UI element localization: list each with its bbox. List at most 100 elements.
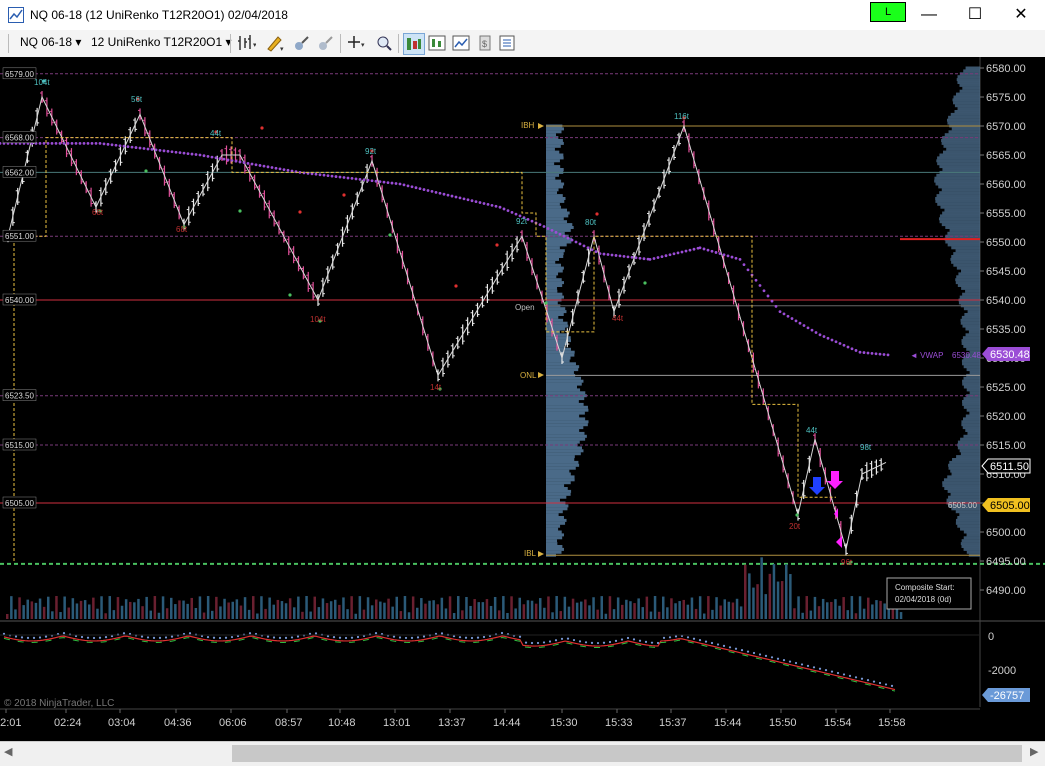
volume-bar — [399, 611, 403, 619]
price-axis[interactable]: 6580.00 6575.00 6570.00 6565.00 6560.00 6555.… — [980, 63, 1026, 597]
horizontal-scrollbar[interactable]: ◀ ▶ — [0, 741, 1045, 766]
vwap-dot — [806, 326, 810, 330]
vwap-dot — [426, 189, 430, 192]
price-axis-label: 6560.00 — [986, 179, 1026, 191]
vwap-dot — [90, 142, 94, 145]
volume-bar — [502, 596, 505, 619]
swing-dot — [288, 293, 292, 297]
vwap-dot — [714, 251, 718, 254]
delta-dot — [32, 636, 36, 640]
vwap-dot — [390, 181, 394, 185]
volume-bar — [539, 598, 542, 619]
horizontal-levels — [0, 73, 1045, 565]
volume-bar — [674, 603, 677, 619]
profile-bar — [546, 188, 559, 192]
scrollbar-thumb[interactable] — [232, 745, 1022, 762]
volume-bar — [559, 611, 562, 619]
delta-dot — [710, 641, 714, 645]
profile-bar — [546, 385, 578, 389]
volume-bar — [383, 602, 386, 619]
profile-bar — [546, 327, 566, 331]
chart-panel[interactable]: IBH IBL ONL Open 104t 56t 44t 92t 92t 80… — [0, 57, 1045, 736]
profile-bar — [546, 527, 559, 531]
time-axis[interactable]: 02:01 02:24 03:04 04:36 06:06 08:57 10:48 13:01… — [0, 709, 906, 729]
chart-style-icon[interactable]: ▾ — [236, 33, 256, 53]
vwap-dot — [550, 229, 554, 232]
delta-dot — [470, 636, 474, 640]
volume-bar — [797, 596, 800, 619]
minimize-button[interactable]: — — [906, 0, 952, 30]
profile-bar — [546, 144, 561, 148]
volume-bar — [444, 608, 448, 619]
vwap-dot — [170, 150, 174, 154]
delta-dot — [224, 636, 228, 639]
detach-indicator-icon[interactable] — [316, 33, 336, 53]
profile-bar — [546, 199, 565, 203]
strategies-icon[interactable]: $ — [475, 33, 495, 53]
zoom-icon[interactable] — [374, 33, 394, 53]
vwap-dot — [478, 201, 482, 204]
drawing-tool-pencil-icon[interactable]: ▾ — [264, 33, 284, 53]
vwap-dot — [870, 351, 874, 355]
volume-bar — [272, 604, 275, 619]
indicators-icon[interactable] — [451, 33, 471, 53]
profile-bar — [546, 411, 585, 415]
scroll-right-arrow-icon[interactable]: ▶ — [1030, 745, 1038, 758]
bar-type-selector[interactable]: 12 UniRenko T12R20O1 ▾ — [91, 35, 232, 49]
volume-bar — [116, 597, 120, 619]
close-button[interactable]: ✕ — [998, 0, 1044, 30]
volume-profile-bar — [966, 368, 980, 372]
vwap-dot — [838, 342, 842, 345]
vwap-dot — [422, 188, 426, 191]
volume-bar — [686, 604, 690, 619]
profile-bar — [546, 307, 566, 311]
volume-profile-bar — [942, 481, 980, 485]
volume-bar — [711, 609, 714, 619]
vwap-dot — [122, 144, 126, 148]
vwap-dot — [50, 142, 54, 145]
vwap-dot — [542, 225, 546, 228]
vwap-dot — [206, 154, 210, 158]
profile-bar — [546, 226, 574, 229]
connection-status-indicator[interactable]: L — [870, 2, 906, 22]
profile-bar — [546, 498, 560, 502]
volume-profile-bar — [966, 550, 980, 554]
volume-bar — [678, 601, 681, 619]
vwap-dot — [238, 160, 242, 164]
properties-icon[interactable] — [497, 33, 517, 53]
vwap-dot — [702, 247, 706, 251]
delta-dot — [38, 636, 42, 639]
price-chart-svg[interactable]: IBH IBL ONL Open 104t 56t 44t 92t 92t 80… — [0, 57, 1045, 736]
volume-profile-bar — [957, 516, 980, 519]
crosshair-icon[interactable]: ▾ — [346, 33, 366, 53]
vwap-dot — [106, 142, 110, 146]
price-axis-label: 6575.00 — [986, 92, 1026, 104]
vwap-dot — [706, 248, 710, 252]
data-box-icon[interactable] — [427, 33, 447, 53]
chart-trader-icon[interactable] — [403, 33, 425, 55]
vwap-dot — [430, 190, 434, 193]
volume-profile-bar — [934, 176, 980, 180]
volume-profile-bar — [955, 278, 980, 282]
swing-high-label: 98t — [860, 443, 872, 452]
volume-profile-bar — [962, 362, 980, 366]
vwap-dot — [314, 172, 318, 176]
maximize-button[interactable]: ☐ — [952, 0, 998, 30]
instrument-selector[interactable]: NQ 06-18 ▾ — [20, 35, 81, 49]
delta-dot — [248, 632, 252, 635]
volume-bar — [826, 602, 829, 619]
volume-bar — [510, 596, 513, 619]
vwap-dot — [418, 187, 422, 191]
volume-bar — [149, 610, 152, 619]
scroll-left-arrow-icon[interactable]: ◀ — [4, 745, 12, 758]
volume-bar — [407, 612, 411, 619]
volume-bar — [842, 597, 845, 619]
profile-bar — [546, 205, 562, 209]
attach-indicator-icon[interactable] — [292, 33, 312, 53]
swing-low-label: 20t — [789, 522, 801, 531]
vwap-dot — [638, 256, 642, 260]
swing-high-label: 44t — [210, 129, 222, 138]
price-axis-label: 6580.00 — [986, 63, 1026, 75]
volume-bar — [518, 597, 521, 619]
volume-bar — [268, 597, 271, 619]
